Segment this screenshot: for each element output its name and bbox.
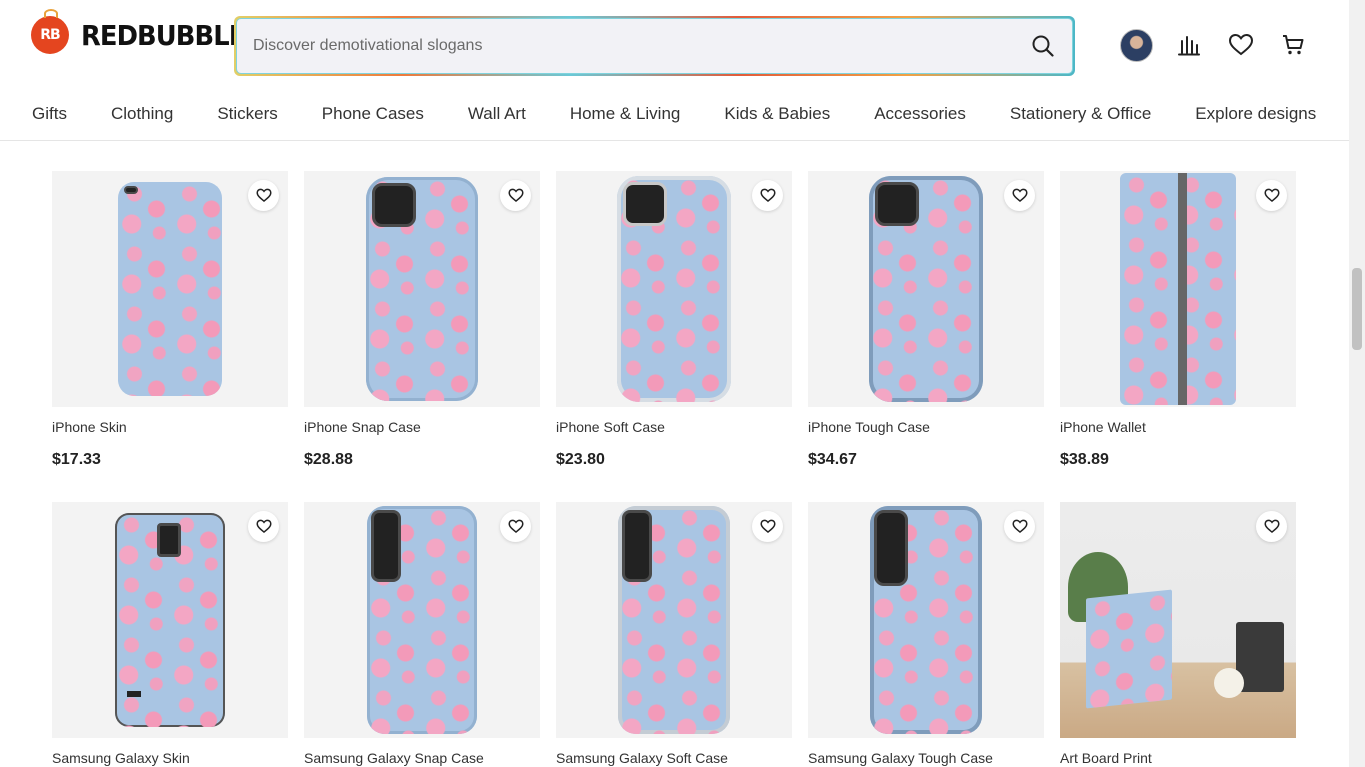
product-price: $34.67 [808, 451, 857, 468]
product-image[interactable] [1060, 171, 1296, 407]
favorite-heart-icon[interactable] [1256, 180, 1287, 211]
logo-mark: RB [31, 9, 69, 54]
product-card[interactable]: iPhone Tough Case $34.67 [808, 171, 1044, 469]
nav-clothing[interactable]: Clothing [111, 104, 173, 124]
favorite-heart-icon[interactable] [500, 511, 531, 542]
search-bar [234, 16, 1075, 76]
product-card[interactable]: Samsung Galaxy Snap Case [304, 502, 540, 766]
product-image[interactable] [1060, 502, 1296, 738]
product-price: $28.88 [304, 451, 353, 468]
product-card[interactable]: iPhone Soft Case $23.80 [556, 171, 792, 469]
product-title[interactable]: Samsung Galaxy Soft Case [556, 750, 792, 766]
favorite-heart-icon[interactable] [248, 511, 279, 542]
nav-gifts[interactable]: Gifts [32, 104, 67, 124]
favorite-heart-icon[interactable] [500, 180, 531, 211]
cart-icon[interactable] [1276, 28, 1310, 62]
nav-stationery-office[interactable]: Stationery & Office [1010, 104, 1151, 124]
nav-accessories[interactable]: Accessories [874, 104, 966, 124]
product-card[interactable]: iPhone Wallet $38.89 [1060, 171, 1296, 469]
product-card[interactable]: Samsung Galaxy Skin [52, 502, 288, 766]
bar-chart-icon[interactable] [1172, 28, 1206, 62]
product-card[interactable]: Samsung Galaxy Soft Case [556, 502, 792, 766]
favorite-heart-icon[interactable] [1256, 511, 1287, 542]
nav-explore-designs[interactable]: Explore designs [1195, 104, 1316, 124]
product-price: $23.80 [556, 451, 605, 468]
site-header: RB REDBUBBLE Gifts Clothing Stickers Pho… [0, 0, 1349, 141]
product-card[interactable]: iPhone Snap Case $28.88 [304, 171, 540, 469]
avatar[interactable] [1120, 28, 1153, 62]
product-image[interactable] [304, 502, 540, 738]
header-icons [1120, 28, 1328, 62]
product-card[interactable]: Art Board Print [1060, 502, 1296, 766]
product-price: $38.89 [1060, 451, 1109, 468]
brand-name: REDBUBBLE [81, 18, 246, 52]
scrollbar-thumb[interactable] [1352, 268, 1362, 350]
product-title[interactable]: iPhone Snap Case [304, 419, 540, 435]
product-card[interactable]: Samsung Galaxy Tough Case [808, 502, 1044, 766]
product-title[interactable]: Samsung Galaxy Skin [52, 750, 288, 766]
favorite-heart-icon[interactable] [752, 511, 783, 542]
nav-kids-babies[interactable]: Kids & Babies [724, 104, 830, 124]
product-image[interactable] [52, 171, 288, 407]
product-image[interactable] [556, 502, 792, 738]
product-title[interactable]: Samsung Galaxy Snap Case [304, 750, 540, 766]
product-price: $17.33 [52, 451, 101, 468]
nav-stickers[interactable]: Stickers [217, 104, 277, 124]
heart-icon[interactable] [1224, 28, 1258, 62]
product-title[interactable]: Art Board Print [1060, 750, 1296, 766]
product-image[interactable] [304, 171, 540, 407]
product-title[interactable]: iPhone Wallet [1060, 419, 1296, 435]
favorite-heart-icon[interactable] [1004, 180, 1035, 211]
product-title[interactable]: Samsung Galaxy Tough Case [808, 750, 1044, 766]
favorite-heart-icon[interactable] [752, 180, 783, 211]
product-title[interactable]: iPhone Soft Case [556, 419, 792, 435]
category-nav: Gifts Clothing Stickers Phone Cases Wall… [32, 104, 1316, 124]
nav-phone-cases[interactable]: Phone Cases [322, 104, 424, 124]
search-icon[interactable] [1030, 33, 1056, 59]
favorite-heart-icon[interactable] [248, 180, 279, 211]
product-image[interactable] [556, 171, 792, 407]
product-title[interactable]: iPhone Tough Case [808, 419, 1044, 435]
product-title[interactable]: iPhone Skin [52, 419, 288, 435]
scrollbar[interactable] [1349, 0, 1365, 767]
product-image[interactable] [808, 171, 1044, 407]
product-image[interactable] [808, 502, 1044, 738]
nav-home-living[interactable]: Home & Living [570, 104, 681, 124]
favorite-heart-icon[interactable] [1004, 511, 1035, 542]
nav-wall-art[interactable]: Wall Art [468, 104, 526, 124]
product-image[interactable] [52, 502, 288, 738]
brand-logo[interactable]: RB REDBUBBLE [31, 9, 260, 54]
product-card[interactable]: iPhone Skin $17.33 [52, 171, 288, 469]
search-input[interactable] [253, 37, 1030, 55]
